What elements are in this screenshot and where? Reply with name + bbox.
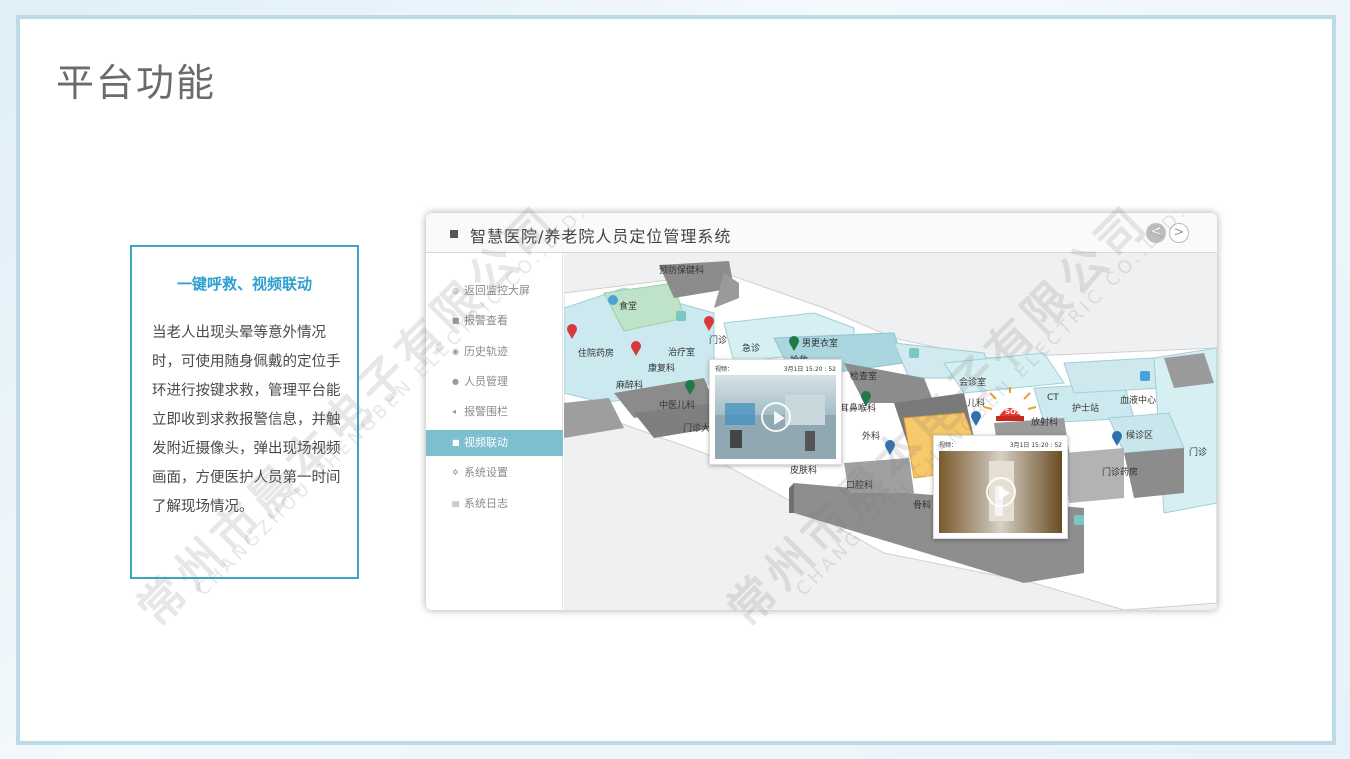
log-icon: ▤ <box>452 499 460 508</box>
prev-arrow-button[interactable]: < <box>1146 223 1166 243</box>
map-label: 住院药房 <box>578 349 615 359</box>
menu-item-label: 系统日志 <box>464 497 508 510</box>
feature-title: 一键呼救、视频联动 <box>176 275 312 293</box>
map-label: 男更衣室 <box>802 339 839 349</box>
settings-icon: ✲ <box>452 468 459 477</box>
fence-icon: ◂ <box>452 407 457 416</box>
map-label: 儿科 <box>967 399 986 409</box>
menu-item-settings[interactable]: ✲ 系统设置 <box>426 460 563 486</box>
person-icon: ● <box>452 377 459 386</box>
menu-item-label: 报警围栏 <box>464 405 508 418</box>
map-label: 耳鼻喉科 <box>840 404 877 414</box>
floor-plan-graphic <box>564 261 1217 610</box>
menu-item-label: 报警查看 <box>464 314 508 327</box>
menu-item-history[interactable]: ◉ 历史轨迹 <box>426 339 563 365</box>
play-icon[interactable] <box>985 477 1016 507</box>
map-label: 康复科 <box>648 364 676 374</box>
map-label: CT <box>1047 393 1059 403</box>
video-icon: ■ <box>452 438 460 447</box>
video-popup[interactable]: 视频： 3月1日 15:20 : 52 <box>709 359 842 465</box>
map-label: 治疗室 <box>668 348 696 358</box>
menu-item-label: 历史轨迹 <box>464 345 508 358</box>
menu-item-label: 系统设置 <box>464 466 508 479</box>
map-label: 候诊区 <box>1126 431 1154 441</box>
map-label: 预防保健科 <box>659 266 705 276</box>
history-icon: ◉ <box>452 347 459 356</box>
video-label: 视频： <box>939 442 958 449</box>
app-window: 智慧医院/养老院人员定位管理系统 < > ◎ 返回监控大屏 ■ 报警查看 ◉ 历… <box>426 213 1217 610</box>
video-timestamp: 3月1日 15:20 : 52 <box>783 366 836 373</box>
map-label: 外科 <box>862 432 881 442</box>
feature-card: 一键呼救、视频联动 当老人出现头晕等意外情况时，可使用随身佩戴的定位手环进行按键… <box>130 245 359 579</box>
map-label: 护士站 <box>1072 404 1100 414</box>
map-label: 中医儿科 <box>659 401 696 411</box>
map-label: 会诊室 <box>959 378 987 388</box>
menu-item-label: 视频联动 <box>464 436 508 449</box>
map-label: 血液中心 <box>1120 396 1157 406</box>
map-label: 门诊 <box>1189 448 1208 458</box>
sidebar: ◎ 返回监控大屏 ■ 报警查看 ◉ 历史轨迹 ● 人员管理 ◂ 报警围栏 ■ 视… <box>426 253 563 610</box>
map-label: 放射科 <box>1031 418 1059 428</box>
map-label: 口腔科 <box>846 481 874 491</box>
map-label: 检查室 <box>850 372 878 382</box>
map-label: 门诊药房 <box>1102 468 1139 478</box>
monitor-icon: ◎ <box>452 286 459 295</box>
app-header: 智慧医院/养老院人员定位管理系统 < > <box>426 213 1217 253</box>
menu-item-monitor[interactable]: ◎ 返回监控大屏 <box>426 278 563 304</box>
alarm-icon: ■ <box>452 316 460 325</box>
map-label: 急诊 <box>742 344 761 354</box>
play-icon[interactable] <box>760 402 791 432</box>
map-label: 门诊 <box>709 336 728 346</box>
menu-item-alarm-view[interactable]: ■ 报警查看 <box>426 308 563 334</box>
video-screen <box>715 375 836 459</box>
menu-item-log[interactable]: ▤ 系统日志 <box>426 491 563 517</box>
menu-item-video-link[interactable]: ■ 视频联动 <box>426 430 563 456</box>
app-title: 智慧医院/养老院人员定位管理系统 <box>470 227 732 246</box>
map-label: 食堂 <box>619 302 638 312</box>
menu-item-fence[interactable]: ◂ 报警围栏 <box>426 399 563 425</box>
video-screen <box>939 451 1062 533</box>
page-title: 平台功能 <box>56 61 217 105</box>
next-arrow-button[interactable]: > <box>1169 223 1189 243</box>
video-timestamp: 3月1日 15:20 : 52 <box>1009 442 1062 449</box>
menu-item-personnel[interactable]: ● 人员管理 <box>426 369 563 395</box>
menu-item-label: 返回监控大屏 <box>464 284 530 297</box>
map-label: 骨科 <box>913 501 932 511</box>
video-popup[interactable]: 视频： 3月1日 15:20 : 52 <box>933 435 1068 539</box>
menu-item-label: 人员管理 <box>464 375 508 388</box>
video-label: 视频： <box>715 366 734 373</box>
feature-description: 当老人出现头晕等意外情况时，可使用随身佩戴的定位手环进行按键求救，管理平台能立即… <box>152 325 341 515</box>
sos-label: SOS <box>1005 408 1022 416</box>
map-label: 麻醉科 <box>616 381 644 391</box>
title-bullet-icon <box>450 230 458 238</box>
floor-map[interactable]: 预防保健科 食堂 住院药房 治疗室 门诊 急诊 男更衣室 抢救 康复科 麻醉科 … <box>564 253 1217 610</box>
